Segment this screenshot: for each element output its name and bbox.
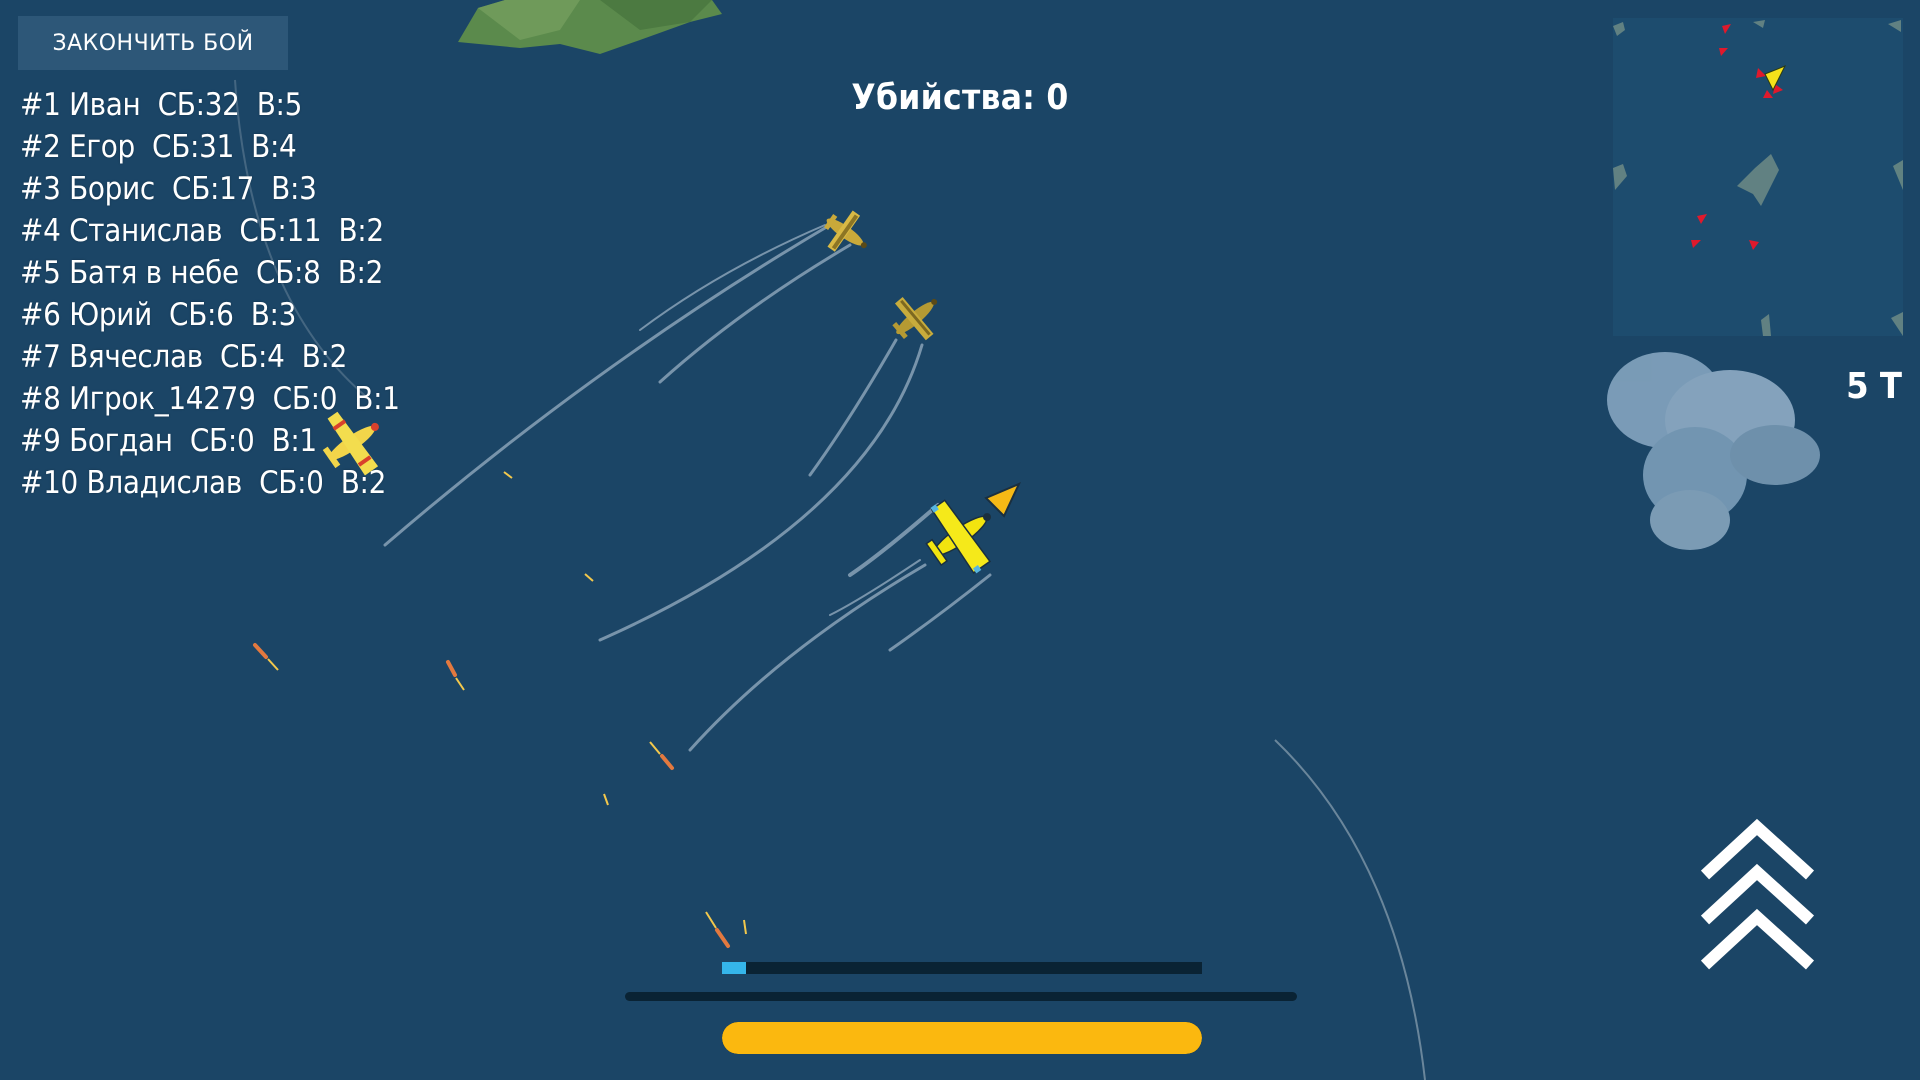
leaderboard-entry: #9 Богдан СБ:0 В:1 (20, 423, 317, 459)
boundary-arc (1274, 739, 1426, 1080)
leaderboard-entry: #8 Игрок_14279 СБ:0 В:1 (20, 381, 400, 417)
leaderboard-entry: #10 Владислав СБ:0 В:2 (20, 465, 387, 501)
divider-bar (625, 992, 1297, 1001)
island (458, 0, 722, 54)
progress-bar (722, 962, 1202, 974)
chevron-up-triple-icon (1700, 818, 1815, 970)
enemy-plane-icon (824, 210, 867, 252)
end-battle-button[interactable]: ЗАКОНЧИТЬ БОЙ (18, 16, 288, 70)
fuel-bar (722, 1022, 1202, 1054)
boost-button[interactable] (1695, 815, 1820, 975)
fuel-bar-fill (722, 1022, 1202, 1054)
minimap (1613, 18, 1903, 336)
leaderboard-entry: #7 Вячеслав СБ:4 В:2 (20, 339, 348, 375)
leaderboard-entry: #3 Борис СБ:17 В:3 (20, 171, 317, 207)
leaderboard: #1 Иван СБ:32 В:5 #2 Егор СБ:31 В:4 #3 Бор… (20, 84, 400, 504)
progress-bar-fill (722, 962, 746, 974)
leaderboard-entry: #6 Юрий СБ:6 В:3 (20, 297, 297, 333)
enemy-plane-icon (892, 297, 938, 341)
leaderboard-entry: #4 Станислав СБ:11 В:2 (20, 213, 384, 249)
projectiles (253, 471, 747, 948)
direction-arrow-icon (984, 482, 1022, 518)
leaderboard-entry: #2 Егор СБ:31 В:4 (20, 129, 297, 165)
side-indicator: 5 Т (1846, 366, 1902, 407)
cloud (1607, 352, 1820, 550)
leaderboard-entry: #5 Батя в небе СБ:8 В:2 (20, 255, 384, 291)
